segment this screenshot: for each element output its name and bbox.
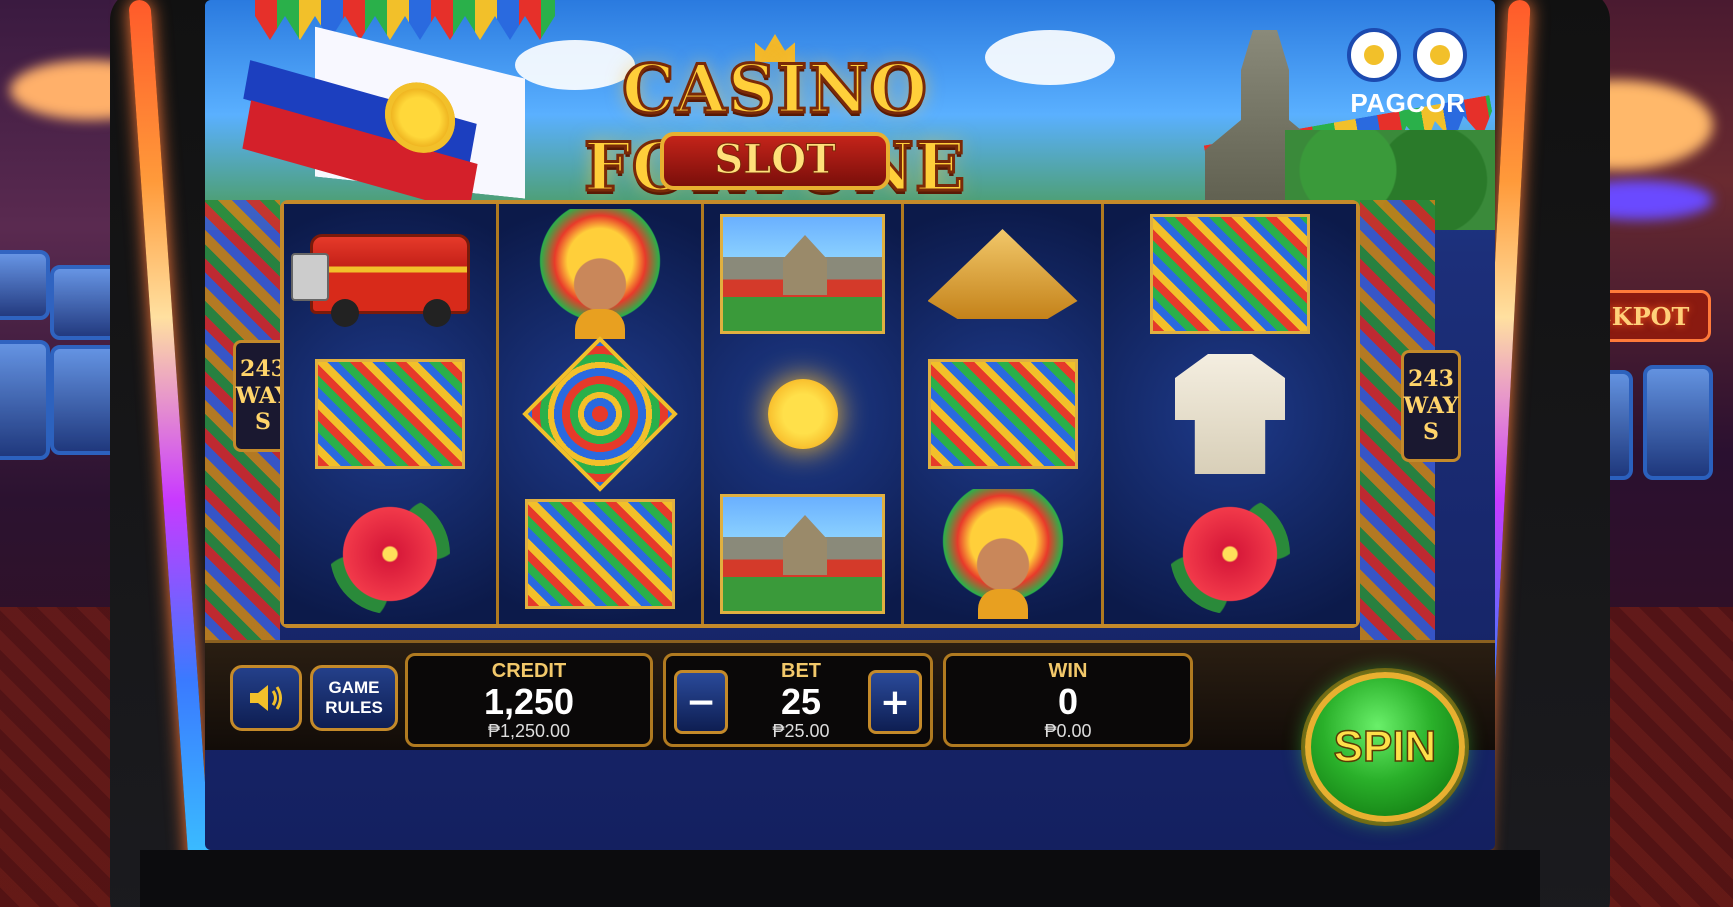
diamond-pattern-symbol — [499, 336, 701, 492]
ways-count: 243 — [1408, 366, 1454, 393]
bet-currency: ₱25.00 — [772, 720, 830, 741]
woven-pattern-icon — [525, 499, 675, 609]
woven-diamond-icon — [522, 336, 678, 492]
barong-shirt-icon — [1175, 354, 1285, 474]
credit-label: CREDIT — [491, 660, 567, 682]
background-slot-machine — [0, 340, 50, 460]
bet-increase-button[interactable]: + — [868, 670, 922, 734]
reel-5 — [1104, 204, 1356, 624]
win-currency: ₱0.00 — [1044, 720, 1092, 741]
reel-4 — [904, 204, 1104, 624]
bet-panel: − BET 25 ₱25.00 + — [663, 653, 933, 747]
bet-display: BET 25 ₱25.00 — [746, 656, 856, 742]
fiesta-scene-icon — [720, 214, 885, 334]
woven-pattern-symbol — [499, 484, 701, 624]
credit-panel: CREDIT 1,250 ₱1,250.00 — [405, 653, 653, 747]
game-subtitle: SLOT — [714, 136, 837, 184]
hibiscus-symbol — [1104, 484, 1356, 624]
control-bar: GAME RULES CREDIT 1,250 ₱1,250.00 − BET … — [205, 640, 1495, 750]
dancer-symbol — [904, 484, 1101, 624]
background-slot-machine — [0, 250, 50, 320]
reel-3 — [704, 204, 904, 624]
sun-symbol — [704, 341, 901, 487]
woven-pattern-symbol — [284, 344, 496, 484]
background-slot-machine — [1643, 365, 1713, 480]
pagcor-logo-text: PAGCOR — [1350, 88, 1466, 118]
pagcor-logo: PAGCOR — [1333, 28, 1483, 128]
credit-currency: ₱1,250.00 — [487, 720, 571, 741]
spin-button[interactable]: SPIN — [1305, 672, 1465, 822]
salakot-hat-icon — [927, 229, 1078, 319]
cabinet-base — [140, 850, 1540, 907]
win-value: 0 — [1057, 681, 1079, 722]
pagcor-seal-icon — [1347, 28, 1401, 82]
woven-pattern-symbol — [904, 344, 1101, 484]
woven-pattern-icon — [927, 359, 1078, 469]
ways-indicator-right: 243 WAY S — [1401, 350, 1461, 462]
salakot-symbol — [904, 204, 1101, 344]
jeepney-symbol — [284, 204, 496, 344]
hibiscus-flower-icon — [1170, 494, 1290, 614]
ways-label: WAY — [1403, 392, 1459, 419]
speaker-icon — [250, 685, 282, 711]
game-logo: CASINO FORTUNE SLOT — [485, 34, 1065, 208]
woven-pattern-symbol — [1104, 204, 1356, 344]
game-rules-button[interactable]: GAME RULES — [310, 665, 398, 731]
bet-label: BET — [781, 660, 821, 682]
sound-button[interactable] — [230, 665, 302, 731]
ways-label: S — [1423, 419, 1439, 446]
bet-decrease-button[interactable]: − — [674, 670, 728, 734]
sun-icon — [729, 341, 876, 487]
woven-pattern-icon — [315, 359, 465, 469]
pagcor-seal-icon — [1413, 28, 1467, 82]
hibiscus-symbol — [284, 484, 496, 624]
woven-pattern-icon — [1150, 214, 1310, 334]
hibiscus-flower-icon — [330, 494, 450, 614]
fiesta-symbol — [704, 484, 901, 624]
game-screen: CASINO FORTUNE SLOT PAGCOR 243 WAY S 243… — [205, 0, 1495, 850]
reel-2 — [499, 204, 704, 624]
bet-value: 25 — [780, 681, 822, 722]
ways-label: S — [255, 409, 271, 436]
dancer-symbol — [499, 204, 701, 344]
credit-value: 1,250 — [483, 681, 575, 722]
filipina-dancer-icon — [525, 209, 675, 339]
jeepney-icon — [291, 234, 470, 327]
barong-symbol — [1104, 344, 1356, 484]
reel-area — [280, 200, 1360, 628]
win-label: WIN — [1048, 660, 1088, 682]
win-panel: WIN 0 ₱0.00 — [943, 653, 1193, 747]
filipina-dancer-icon — [927, 489, 1078, 619]
fiesta-scene-icon — [720, 494, 885, 614]
fiesta-symbol — [704, 204, 901, 344]
reel-1 — [284, 204, 499, 624]
